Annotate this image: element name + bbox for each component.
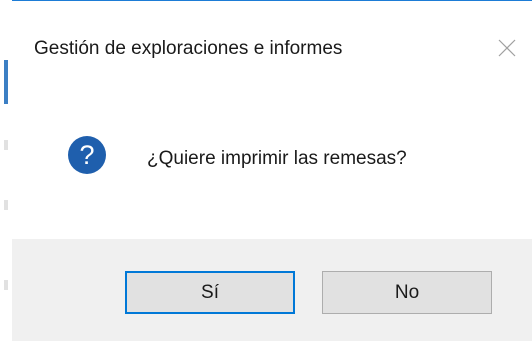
background-window-accent bbox=[4, 60, 8, 104]
background-window-mark bbox=[4, 200, 8, 210]
dialog-title: Gestión de exploraciones e informes bbox=[34, 38, 343, 59]
dialog-button-bar: Sí No bbox=[12, 239, 532, 341]
yes-button[interactable]: Sí bbox=[125, 271, 295, 314]
message-dialog: Gestión de exploraciones e informes ? ¿Q… bbox=[12, 1, 532, 341]
no-button[interactable]: No bbox=[322, 271, 492, 314]
close-icon bbox=[498, 39, 516, 57]
dialog-content: ? ¿Quiere imprimir las remesas? bbox=[12, 91, 532, 239]
screen: Gestión de exploraciones e informes ? ¿Q… bbox=[0, 0, 532, 341]
close-button[interactable] bbox=[490, 31, 524, 65]
dialog-title-bar[interactable]: Gestión de exploraciones e informes bbox=[12, 1, 532, 91]
background-window-mark bbox=[4, 280, 8, 290]
dialog-message: ¿Quiere imprimir las remesas? bbox=[147, 148, 407, 169]
svg-text:?: ? bbox=[79, 140, 94, 170]
background-window-mark bbox=[4, 140, 8, 150]
question-icon: ? bbox=[68, 136, 106, 174]
